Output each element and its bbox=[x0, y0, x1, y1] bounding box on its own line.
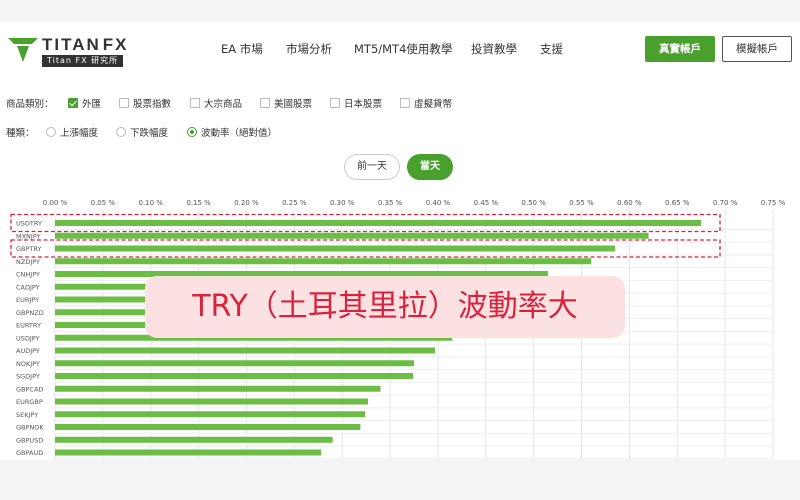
type-option-rise[interactable]: 上漲幅度 bbox=[46, 125, 98, 139]
type-filter-label: 種類： bbox=[6, 128, 35, 139]
type-option-label: 下跌幅度 bbox=[130, 128, 169, 139]
x-tick-label: 0.45 % bbox=[474, 199, 499, 207]
radio-icon[interactable] bbox=[46, 127, 56, 137]
titan-fx-logo[interactable]: TITAN FX Titan FX 研究所 bbox=[8, 34, 133, 68]
radio-icon[interactable] bbox=[116, 127, 126, 137]
checkbox-icon[interactable] bbox=[400, 98, 410, 108]
x-tick-label: 0.65 % bbox=[665, 199, 690, 207]
x-tick-label: 0.05 % bbox=[91, 199, 116, 207]
checkbox-icon[interactable] bbox=[260, 98, 270, 108]
category-label: GBPNOK bbox=[16, 424, 44, 432]
try-volatility-callout: TRY（土耳其里拉）波動率大 bbox=[145, 276, 625, 338]
category-option-label: 日本股票 bbox=[344, 99, 383, 110]
category-option-forex[interactable]: 外匯 bbox=[68, 96, 101, 110]
today-button[interactable]: 當天 bbox=[407, 154, 453, 180]
category-label: SEKJPY bbox=[16, 411, 38, 419]
category-label: CNHJPY bbox=[16, 271, 40, 279]
screenshot-frame: 0.00 % 0.05 % 0.10 % 0.15 % 0.20 % 0.25 % 0.30… bbox=[0, 0, 800, 500]
category-option-label: 虛擬貨幣 bbox=[414, 99, 453, 110]
type-option-fall[interactable]: 下跌幅度 bbox=[116, 125, 168, 139]
x-tick-label: 0.00 % bbox=[43, 199, 68, 207]
volatility-bar bbox=[55, 449, 322, 456]
category-label: AUDJPY bbox=[16, 347, 40, 355]
nav-mt5-mt4-tutorial[interactable]: MT5/MT4使用教學 bbox=[354, 41, 452, 57]
previous-day-button[interactable]: 前一天 bbox=[344, 154, 400, 180]
category-option-us-stocks[interactable]: 美國股票 bbox=[260, 96, 312, 110]
volatility-bar bbox=[55, 220, 702, 226]
logo-subtitle: Titan FX 研究所 bbox=[42, 55, 124, 67]
x-tick-label: 0.70 % bbox=[713, 199, 738, 207]
nav-ea-market[interactable]: EA 市場 bbox=[221, 41, 263, 57]
volatility-bar bbox=[55, 411, 366, 418]
x-tick-label: 0.25 % bbox=[282, 199, 307, 207]
x-tick-label: 0.55 % bbox=[569, 199, 594, 207]
volatility-bar-chart: 0.00 % 0.05 % 0.10 % 0.15 % 0.20 % 0.25 % 0.30… bbox=[10, 199, 786, 460]
volatility-bar bbox=[55, 398, 369, 405]
category-label: CADJPY bbox=[16, 283, 40, 291]
category-option-label: 股票指數 bbox=[133, 99, 172, 110]
x-tick-label: 0.35 % bbox=[378, 199, 403, 207]
logo-wordmark: TITAN FX bbox=[42, 35, 129, 55]
titan-logo-mark-icon bbox=[8, 38, 38, 62]
category-filter-label: 商品類別： bbox=[6, 99, 54, 110]
checkbox-icon[interactable] bbox=[190, 98, 200, 108]
category-label: GBPUSD bbox=[16, 436, 43, 444]
volatility-bar bbox=[55, 245, 616, 252]
type-option-label: 波動率（絕對值） bbox=[201, 128, 278, 139]
volatility-bar bbox=[55, 232, 649, 239]
checkbox-checked-icon[interactable] bbox=[68, 98, 78, 108]
volatility-bar bbox=[55, 436, 333, 443]
category-label: USDJPY bbox=[16, 334, 40, 342]
x-tick-label: 0.30 % bbox=[330, 199, 355, 207]
category-label: USDTRY bbox=[16, 220, 42, 228]
category-option-label: 美國股票 bbox=[274, 99, 313, 110]
checkbox-icon[interactable] bbox=[330, 98, 340, 108]
category-label: NOKJPY bbox=[16, 360, 40, 368]
nav-market-analysis[interactable]: 市場分析 bbox=[286, 41, 332, 57]
volatility-bar bbox=[55, 373, 414, 379]
category-label: GBPCAD bbox=[16, 385, 43, 393]
volatility-ranking-page: 0.00 % 0.05 % 0.10 % 0.15 % 0.20 % 0.25 % 0.30… bbox=[0, 22, 800, 460]
x-tick-label: 0.15 % bbox=[186, 199, 211, 207]
category-option-commodities[interactable]: 大宗商品 bbox=[190, 96, 242, 110]
category-label: EURGBP bbox=[16, 398, 43, 406]
category-label: GBPTRY bbox=[16, 245, 41, 253]
category-option-label: 外匯 bbox=[82, 99, 102, 110]
x-tick-label: 0.50 % bbox=[521, 199, 546, 207]
category-label: NZDJPY bbox=[16, 258, 40, 266]
real-account-button[interactable]: 真實帳戶 bbox=[645, 36, 715, 62]
category-label: SGDJPY bbox=[16, 373, 40, 381]
x-tick-label: 0.20 % bbox=[234, 199, 259, 207]
category-label: EURTRY bbox=[16, 322, 41, 330]
logo-brand-main: TITAN bbox=[42, 35, 101, 54]
checkbox-icon[interactable] bbox=[119, 98, 129, 108]
volatility-bar bbox=[55, 360, 414, 367]
radio-selected-icon[interactable] bbox=[187, 127, 197, 137]
category-label: MXNJPY bbox=[16, 232, 41, 240]
x-tick-label: 0.60 % bbox=[617, 199, 642, 207]
category-label: GBPAUD bbox=[16, 449, 43, 457]
volatility-bar bbox=[55, 347, 436, 354]
volatility-bar bbox=[55, 424, 361, 430]
category-label: GBPNZD bbox=[16, 309, 44, 317]
demo-account-button[interactable]: 模擬帳戶 bbox=[722, 36, 792, 62]
type-option-label: 上漲幅度 bbox=[60, 128, 99, 139]
x-tick-label: 0.75 % bbox=[761, 199, 786, 207]
nav-investment-education[interactable]: 投資教學 bbox=[471, 41, 517, 57]
x-tick-label: 0.10 % bbox=[138, 199, 163, 207]
type-option-volatility[interactable]: 波動率（絕對值） bbox=[187, 125, 277, 139]
category-option-japan-stocks[interactable]: 日本股票 bbox=[330, 96, 382, 110]
category-option-crypto[interactable]: 虛擬貨幣 bbox=[400, 96, 452, 110]
logo-brand-fx: FX bbox=[102, 35, 129, 54]
volatility-bar bbox=[55, 258, 592, 265]
x-tick-label: 0.40 % bbox=[426, 199, 451, 207]
volatility-bar bbox=[55, 385, 381, 392]
category-option-label: 大宗商品 bbox=[204, 99, 243, 110]
category-option-stock-index[interactable]: 股票指數 bbox=[119, 96, 171, 110]
nav-support[interactable]: 支援 bbox=[540, 41, 563, 57]
category-label: EURJPY bbox=[16, 296, 39, 304]
